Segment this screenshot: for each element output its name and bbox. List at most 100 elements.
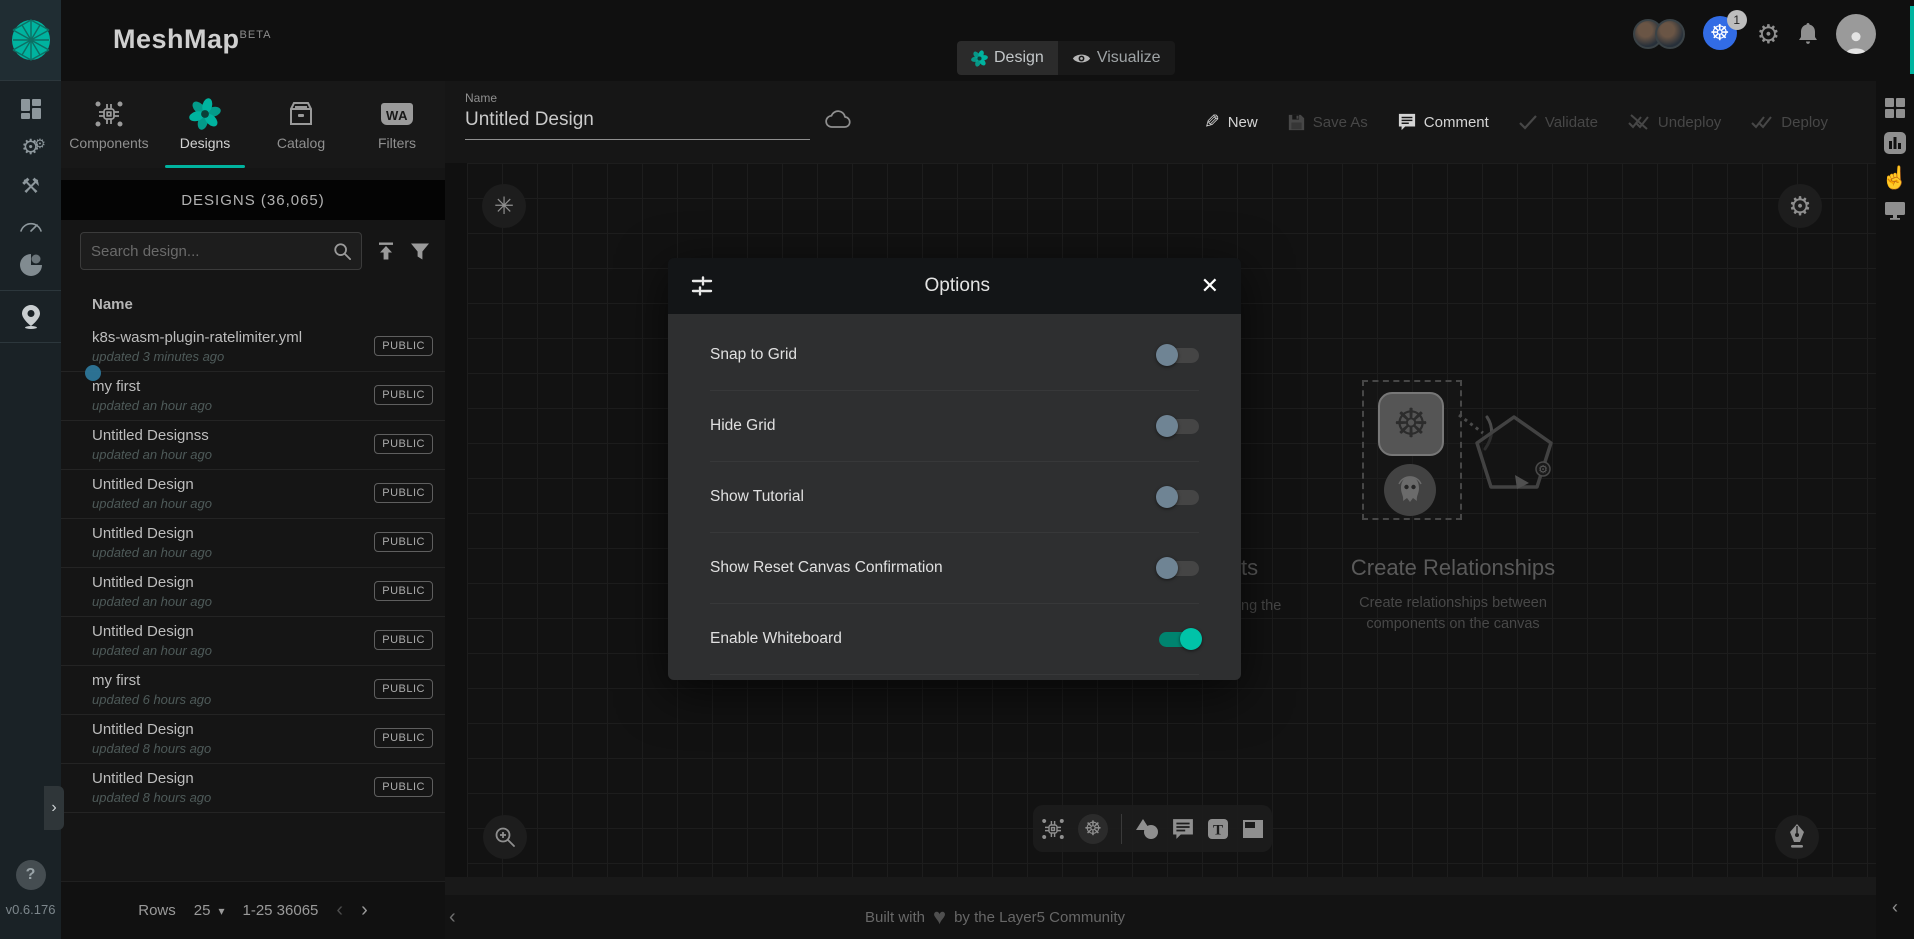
design-row[interactable]: Untitled Design updated an hour ago PUBL… [61, 617, 445, 666]
design-row[interactable]: Untitled Design updated an hour ago PUBL… [61, 470, 445, 519]
settings-button[interactable]: ⚙ [1757, 19, 1780, 50]
canvas-dock: ☸ T [1033, 805, 1272, 852]
tab-visualize[interactable]: Visualize [1058, 41, 1175, 75]
dock-shapes-tool[interactable] [1135, 818, 1159, 840]
option-row: Snap to Grid [710, 320, 1199, 391]
visibility-badge: PUBLIC [374, 483, 433, 503]
save-as-button[interactable]: Save As [1288, 114, 1368, 131]
collapse-left-panel-button[interactable]: ‹ [449, 901, 456, 933]
nav-performance[interactable] [0, 206, 61, 245]
show-tutorial-toggle[interactable] [1159, 490, 1199, 505]
collapse-right-panel-button[interactable]: ‹ [1892, 897, 1898, 918]
tutorial-dashed-group: ☸ [1362, 380, 1462, 520]
beta-badge: BETA [240, 29, 272, 41]
notifications-button[interactable] [1798, 23, 1818, 45]
kubernetes-context-button[interactable]: ☸ 1 [1703, 16, 1739, 52]
tab-catalog[interactable]: Catalog [253, 81, 349, 168]
pentagon-node: ⚙ [1471, 411, 1557, 503]
design-row[interactable]: my first updated 6 hours ago PUBLIC [61, 666, 445, 715]
tab-components[interactable]: Components [61, 81, 157, 168]
visibility-badge: PUBLIC [374, 728, 433, 748]
canvas-settings-button[interactable]: ⚙ [1778, 184, 1822, 228]
collaborator-avatars[interactable] [1633, 19, 1685, 49]
tab-design[interactable]: Design [957, 41, 1058, 75]
nav-meshmap[interactable] [0, 297, 61, 336]
design-name-label: Name [465, 91, 497, 105]
dashboard-icon [20, 98, 42, 120]
undeploy-icon [1628, 114, 1650, 130]
publish-upload-button[interactable] [376, 241, 396, 261]
search-row [80, 232, 430, 270]
chevron-right-icon: › [51, 799, 56, 817]
app-title: MeshMapBETA [113, 24, 271, 55]
whiteboard-pen-button[interactable] [1775, 815, 1819, 859]
collaborator-avatar [1655, 19, 1685, 49]
analytics-button[interactable] [1883, 131, 1907, 160]
gauge-icon [19, 218, 43, 234]
dock-kubernetes-tool[interactable]: ☸ [1078, 814, 1108, 844]
sidebar-expander[interactable]: › [44, 786, 64, 830]
nav-mesh[interactable] [0, 245, 61, 284]
designs-spiral-icon [190, 99, 220, 129]
bell-icon [1798, 23, 1818, 45]
user-avatar[interactable] [1836, 14, 1876, 54]
nav-dashboard[interactable] [0, 89, 61, 128]
cloud-sync-icon[interactable] [825, 111, 851, 134]
nav-lifecycle[interactable]: ⚙⚙ [0, 128, 61, 167]
search-input[interactable] [91, 243, 333, 260]
tab-visualize-label: Visualize [1097, 49, 1161, 67]
tab-filters[interactable]: WA Filters [349, 81, 445, 168]
column-header-name[interactable]: Name [92, 296, 133, 313]
design-search[interactable] [80, 232, 362, 270]
meshery-logo[interactable] [0, 0, 61, 81]
nav-configuration[interactable]: ⚒ [0, 167, 61, 206]
design-row[interactable]: Untitled Designss updated an hour ago PU… [61, 421, 445, 470]
dock-divider [1121, 814, 1122, 844]
chevron-down-icon: ▾ [218, 904, 224, 918]
deploy-button[interactable]: Deploy [1751, 114, 1828, 131]
comment-button[interactable]: Comment [1398, 113, 1489, 131]
close-icon[interactable]: ✕ [1201, 275, 1219, 297]
new-button[interactable]: ✎ New [1204, 111, 1258, 134]
dock-media-tool[interactable] [1242, 819, 1264, 839]
rows-per-page-select[interactable]: 25 ▾ [194, 902, 225, 919]
options-modal-header: Options ✕ [668, 258, 1241, 314]
rows-label: Rows [138, 902, 176, 919]
undeploy-button[interactable]: Undeploy [1628, 114, 1721, 131]
enable-whiteboard-toggle[interactable] [1159, 632, 1199, 647]
design-row[interactable]: Untitled Design updated 8 hours ago PUBL… [61, 764, 445, 813]
design-toolbar: Name ✎ New Save As [445, 81, 1876, 163]
zoom-in-button[interactable] [483, 815, 527, 859]
interaction-mode-button[interactable]: ☝ [1881, 165, 1908, 191]
hide-grid-toggle[interactable] [1159, 419, 1199, 434]
design-row[interactable]: Untitled Design updated an hour ago PUBL… [61, 568, 445, 617]
wasm-mascot-icon [1384, 464, 1436, 516]
help-button[interactable]: ? [16, 860, 46, 890]
next-page-button[interactable]: › [361, 899, 368, 922]
options-modal-body: Snap to Grid Hide Grid Show Tutorial Sho… [668, 314, 1241, 680]
media-icon [1242, 819, 1264, 839]
hidden-tutorial-body-fragment: ng the [1241, 598, 1281, 614]
dock-components-tool[interactable] [1041, 817, 1065, 841]
dock-text-tool[interactable]: T [1207, 818, 1229, 840]
validate-button[interactable]: Validate [1519, 114, 1598, 131]
grid-squares-icon [1884, 97, 1906, 119]
dock-comment-tool[interactable] [1172, 818, 1194, 840]
design-row[interactable]: k8s-wasm-plugin-ratelimiter.yml updated … [61, 323, 445, 372]
snap-to-grid-toggle[interactable] [1159, 348, 1199, 363]
reset-canvas-confirmation-toggle[interactable] [1159, 561, 1199, 576]
visibility-badge: PUBLIC [374, 532, 433, 552]
meshsync-status-button[interactable]: ✳ [482, 184, 526, 228]
design-name-input[interactable] [465, 109, 810, 140]
design-row[interactable]: Untitled Design updated an hour ago PUBL… [61, 519, 445, 568]
search-icon[interactable] [333, 242, 351, 260]
layouts-button[interactable] [1884, 97, 1906, 124]
meshmap-spiral-icon [971, 50, 988, 67]
previous-page-button[interactable]: ‹ [336, 899, 343, 922]
tab-designs[interactable]: Designs [157, 81, 253, 168]
design-row[interactable]: my first updated an hour ago PUBLIC [61, 372, 445, 421]
screen-share-button[interactable] [1884, 201, 1906, 225]
designs-panel: Components Designs [61, 81, 445, 939]
filter-button[interactable] [410, 242, 430, 261]
design-row[interactable]: Untitled Design updated 8 hours ago PUBL… [61, 715, 445, 764]
